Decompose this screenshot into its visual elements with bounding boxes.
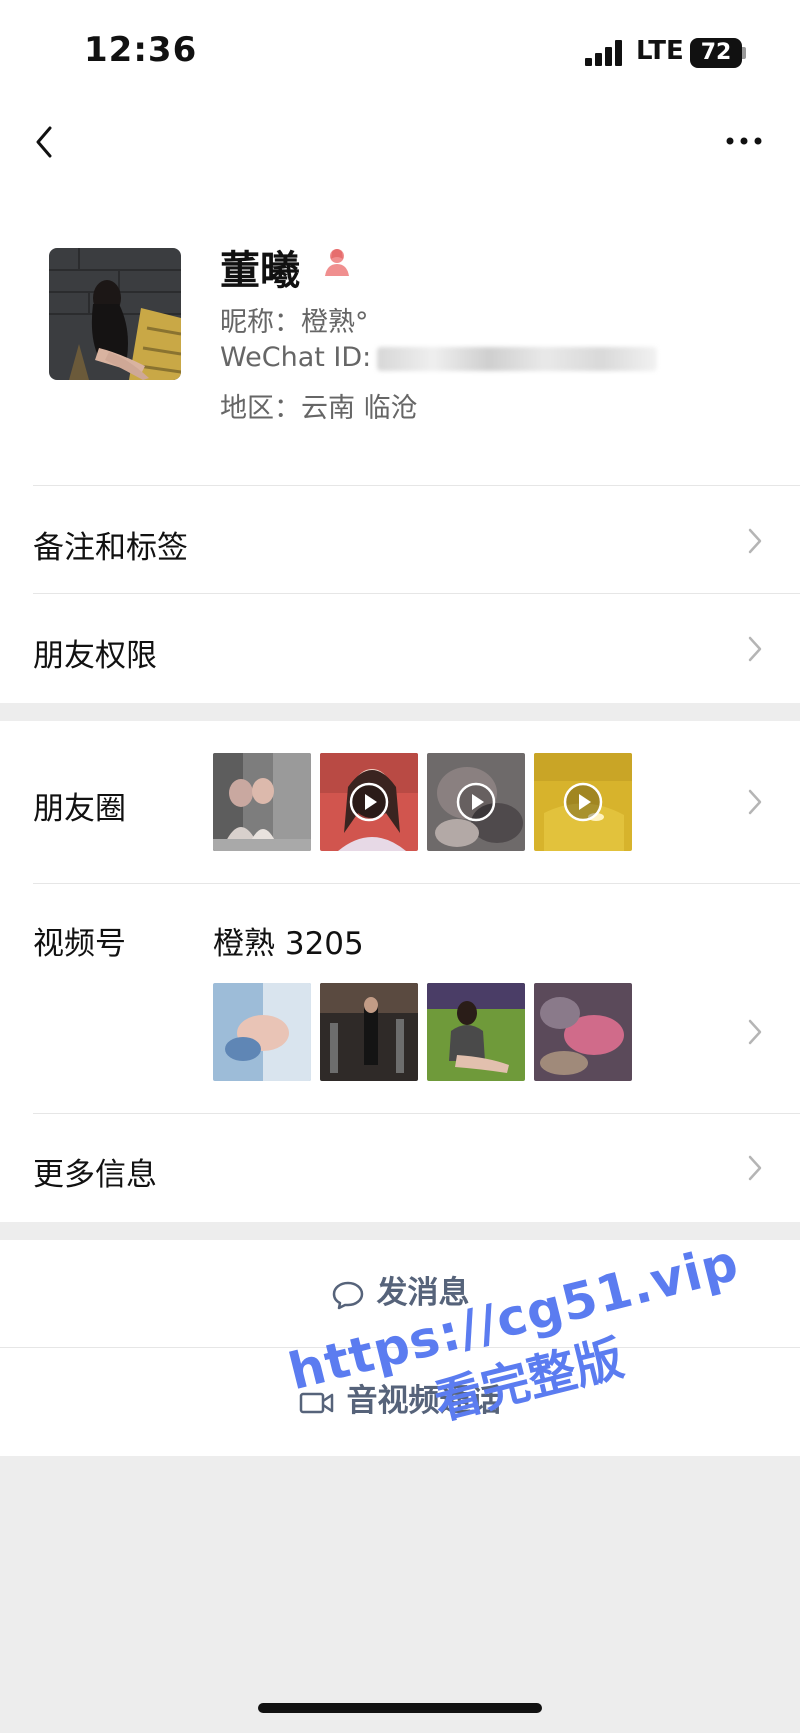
section-separator (0, 1222, 800, 1240)
wechat-id: WeChat ID: (220, 342, 658, 373)
network-type: LTE (636, 36, 684, 66)
moments-thumb (534, 753, 632, 851)
signal-icon (585, 40, 625, 66)
play-icon (563, 782, 603, 822)
wechat-id-redacted (377, 346, 658, 371)
more-info-label: 更多信息 (33, 1157, 157, 1193)
battery-level: 72 (690, 38, 742, 68)
moments-thumb (427, 753, 525, 851)
moments-thumb (320, 753, 418, 851)
channels-label: 视频号 (33, 926, 126, 962)
avatar[interactable] (49, 248, 181, 380)
back-icon[interactable] (30, 122, 60, 162)
battery-tip (742, 47, 746, 59)
chevron-right-icon (746, 634, 764, 664)
section-separator (0, 703, 800, 721)
play-icon (456, 782, 496, 822)
remarks-tags-label: 备注和标签 (33, 530, 188, 566)
contact-name: 董曦 (220, 248, 300, 294)
friend-permissions-label: 朋友权限 (33, 638, 157, 674)
channels-thumb (427, 983, 525, 1081)
chevron-right-icon (746, 787, 764, 817)
channels-thumb (213, 983, 311, 1081)
chevron-right-icon (746, 1017, 764, 1047)
channels-name: 橙熟 3205 (213, 926, 364, 962)
nickname: 昵称：橙熟° (220, 307, 369, 338)
message-bubble-icon (332, 1281, 363, 1309)
chevron-right-icon (746, 1153, 764, 1183)
bottom-area (0, 1456, 800, 1733)
status-time: 12:36 (84, 30, 198, 70)
channels-thumb (320, 983, 418, 1081)
moments-thumb (213, 753, 311, 851)
more-icon[interactable] (724, 126, 764, 156)
female-icon (322, 246, 352, 278)
channels-thumb (534, 983, 632, 1081)
region: 地区：云南 临沧 (220, 393, 418, 424)
play-icon (349, 782, 389, 822)
wechat-id-label: WeChat ID: (220, 342, 372, 373)
chevron-right-icon (746, 526, 764, 556)
home-indicator[interactable] (258, 1703, 542, 1713)
moments-label: 朋友圈 (33, 791, 126, 827)
